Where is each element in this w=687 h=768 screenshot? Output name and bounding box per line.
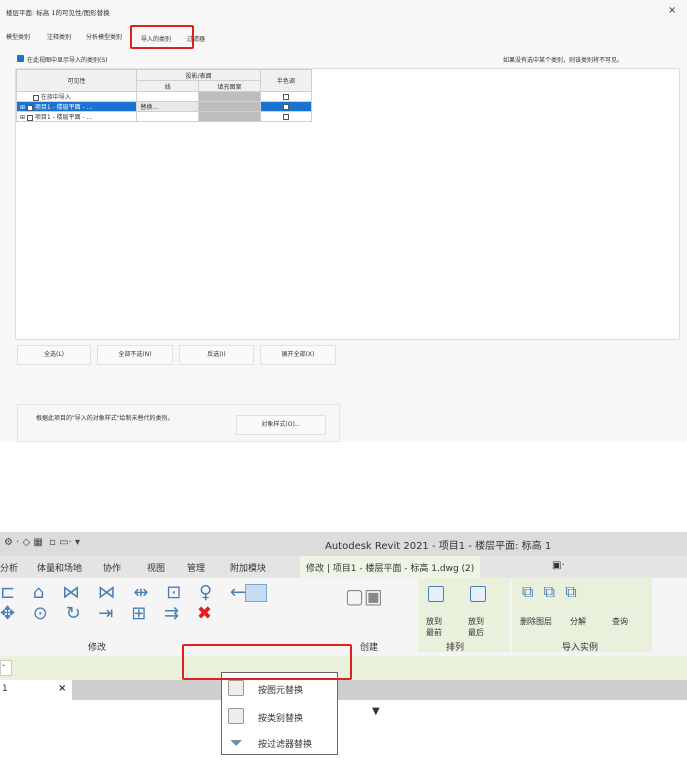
close-button[interactable]: × [668,5,676,16]
tab-filters[interactable]: 过滤器 [187,34,205,43]
object-styles-button[interactable]: 对象样式(O)... [236,415,326,435]
override-button[interactable]: 替换... [136,101,200,112]
show-imported-label: 在此视图中显示导入的类别(S) [27,57,108,64]
menu-item-by-category[interactable]: 按类别替换 [222,703,337,729]
view-tab[interactable]: 1 × [0,680,72,700]
tab-analyze[interactable]: 分析 [0,561,18,574]
categories-table: 可见性 投影/表面 半色调 线填充图案 在族中导入 ⊞ 项目1 - 楼层平面 - .… [15,68,680,340]
col-line: 线 [136,80,200,92]
type-dropdown[interactable]: ⌄ [0,660,12,676]
tab-massing[interactable]: 体量和场地 [37,561,82,574]
tab-addins[interactable]: 附加模块 [230,561,266,574]
panel-import-instance: 导入实例 [562,643,599,653]
select-none-button[interactable]: 全部不选(N) [97,345,173,365]
title-bar: ⚙ · ◇ ▦ ▫ ▭· ▾ Autodesk Revit 2021 - 项目1… [0,532,687,556]
tab-view[interactable]: 视图 [147,561,165,574]
visibility-checkbox[interactable] [33,94,39,101]
visibility-graphics-dialog: 楼层平面: 标高 1的可见性/图形替换 × 模型类别 注释类别 分析模型类别 导… [0,0,687,442]
override-dropdown-menu: 按图元替换 按类别替换 ⏷ 按过滤器替换 [221,672,338,755]
col-pattern: 填充图案 [198,80,261,92]
menu-label: 按类别替换 [258,714,304,724]
arrange-panel: 放到最前 放到最后 排列 [418,578,510,653]
menu-label: 按过滤器替换 [258,740,313,750]
bring-front-icon[interactable] [428,586,444,602]
hint-text: 如果没有选中某个类别，则该类别将不可见。 [503,57,624,64]
panel-modify: 修改 [88,643,107,653]
explode-button[interactable]: 分解 [570,616,586,627]
panel-create: 创建 [360,643,379,653]
import-instance-panel: ⧉ ⧉ ⧉ 删除图层 分解 查询 导入实例 [512,578,652,653]
pattern-cell[interactable] [198,91,261,102]
halftone-checkbox[interactable] [282,93,289,100]
expand-all-button[interactable]: 展开全部(X) [260,345,336,365]
col-visibility: 可见性 [15,69,138,92]
table-row[interactable]: ⊞ 项目1 - 楼层平面 - ... [15,111,313,122]
tab-collaborate[interactable]: 协作 [103,561,121,574]
highlight-box [182,644,352,680]
halftone-checkbox[interactable] [282,113,289,120]
tab-modify-dwg[interactable]: 修改 | 项目1 - 楼层平面 - 标高 1.dwg (2) [300,556,481,578]
tab-manage[interactable]: 管理 [187,561,205,574]
tab-annotation[interactable]: 注释类别 [47,32,71,41]
layer-icons[interactable]: ⧉ ⧉ ⧉ [522,582,577,602]
brush-icon [228,680,244,696]
send-to-back-button[interactable]: 放到最后 [468,616,488,638]
quick-access-toolbar[interactable]: ⚙ · ◇ ▦ ▫ ▭· ▾ [4,537,80,548]
col-halftone: 半色调 [259,69,313,92]
grid-brush-icon [228,708,244,724]
row-label: 项目1 - 楼层平面 - ... [34,104,93,111]
panel-toggle-icon[interactable]: ▣· [552,560,565,571]
modify-tools-icons[interactable]: ⊏ ⌂ ⋈ ⋈ ⇹ ⊡ ♀ ⟷ ✥ ⊙ ↻ ⇥ ⊞ ⇉ ✖ [0,582,320,634]
line-cell[interactable] [136,91,200,102]
visibility-checkbox[interactable] [26,114,33,121]
table-row[interactable]: ⊞ 项目1 - 楼层平面 - ... 替换... [15,101,313,112]
object-styles-box: 根据此项目的"导入的对象样式"绘制未替代的类别。 对象样式(O)... [17,404,340,442]
line-cell[interactable] [136,111,200,122]
ribbon-tabs: 分析 体量和场地 协作 视图 管理 附加模块 修改 | 项目1 - 楼层平面 -… [0,556,687,578]
tab-analytical[interactable]: 分析模型类别 [86,32,122,41]
halftone-checkbox[interactable] [282,103,289,110]
app-title: Autodesk Revit 2021 - 项目1 - 楼层平面: 标高 1 [325,541,552,552]
pattern-cell[interactable] [198,111,261,122]
row-label: 项目1 - 楼层平面 - ... [34,114,93,121]
close-tab-icon[interactable]: × [58,683,66,694]
view-tab-strip: 1 × [0,680,687,700]
create-icons[interactable]: ▢▣ [345,584,383,608]
override-graphics-dropdown[interactable] [245,584,267,602]
menu-label: 按图元替换 [258,686,304,696]
invert-button[interactable]: 反选(I) [179,345,254,365]
funnel-icon: ⏷ [230,733,243,752]
tab-model[interactable]: 模型类别 [6,32,30,41]
delete-layers-button[interactable]: 删除图层 [520,616,552,627]
bring-to-front-button[interactable]: 放到最前 [426,616,446,638]
query-button[interactable]: 查询 [612,616,628,627]
col-projection: 投影/表面 [136,69,261,81]
dialog-title: 楼层平面: 标高 1的可见性/图形替换 [6,9,110,17]
view-tab-label: 1 [2,684,8,694]
row-label: 在族中导入 [40,94,71,101]
panel-arrange: 排列 [446,643,465,653]
show-imported-checkbox[interactable] [17,55,24,62]
send-back-icon[interactable] [470,586,486,602]
visibility-checkbox[interactable] [26,104,33,111]
note-text: 根据此项目的"导入的对象样式"绘制未替代的类别。 [36,415,174,422]
menu-item-by-filter[interactable]: ⏷ 按过滤器替换 [222,729,337,755]
tab-imported[interactable]: 导入的类别 [141,34,171,43]
pattern-cell[interactable] [198,101,261,112]
table-row[interactable]: 在族中导入 [15,91,313,102]
arrow-down-icon: ▼ [372,706,380,717]
select-all-button[interactable]: 全选(L) [17,345,91,365]
delete-icon: ✖ [196,603,218,624]
